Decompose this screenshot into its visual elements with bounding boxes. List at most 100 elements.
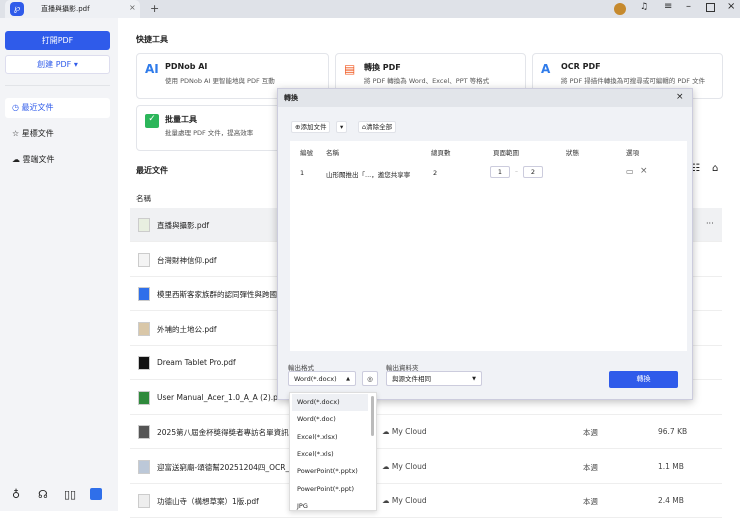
card-title: 批量工具	[165, 115, 197, 124]
dialog-close-icon[interactable]: ×	[676, 92, 684, 102]
page-to-input[interactable]: 2	[523, 166, 543, 178]
file-location: ☁ My Cloud	[382, 496, 427, 505]
add-file-dropdown[interactable]: ▾	[336, 121, 348, 133]
file-name: User Manual_Acer_1.0_A_A (2).pdf	[157, 392, 286, 402]
convert-dialog: 轉換 × ⊕添加文件 ▾ ⌂清除全部 編號 名稱 總頁數 頁面範圍 狀態 選項 …	[277, 88, 693, 400]
close-icon[interactable]: ×	[727, 1, 735, 12]
add-file-button[interactable]: ⊕添加文件	[291, 121, 331, 133]
planet-icon[interactable]: ♁	[12, 488, 20, 501]
headset-icon[interactable]: ♫	[640, 2, 648, 12]
quick-tools-title: 快捷工具	[136, 35, 168, 44]
file-table: 編號 名稱 總頁數 頁面範圍 狀態 選項 1 山形闕推出「...，邀您共享寧 2…	[290, 141, 687, 351]
clock-icon: ◷	[12, 103, 22, 112]
file-thumbnail-icon	[138, 494, 150, 508]
file-thumbnail-icon	[138, 356, 150, 370]
menu-icon[interactable]: ≡	[664, 1, 672, 12]
folder-icon[interactable]: ▭	[626, 167, 634, 176]
format-option[interactable]: Excel(*.xlsx)	[292, 429, 368, 446]
sidebar-item-recent[interactable]: ◷ 最近文件	[5, 98, 110, 118]
file-thumbnail-icon	[138, 390, 150, 405]
convert-button[interactable]: 轉換	[609, 371, 678, 388]
divider	[5, 85, 110, 86]
convert-icon: ▤	[344, 62, 356, 76]
format-option[interactable]: JPG	[292, 498, 368, 515]
output-format-value: Word(*.docx)	[294, 375, 337, 383]
card-desc: 將 PDF 掃描件轉換為可搜尋或可編輯的 PDF 文件	[561, 77, 706, 85]
col-options: 選項	[626, 149, 639, 157]
maximize-icon[interactable]	[706, 3, 715, 12]
row-pages: 2	[433, 169, 438, 177]
card-desc: 使用 PDNob AI 更智能地與 PDF 互動	[165, 77, 275, 85]
file-thumbnail-icon	[138, 459, 150, 474]
file-thumbnail-icon	[138, 218, 150, 232]
location-label: My Cloud	[391, 427, 427, 436]
format-option[interactable]: Word(*.doc)	[292, 411, 368, 428]
more-options-button[interactable]: ···	[706, 219, 714, 228]
tab-title: 直播與攝影.pdf	[41, 5, 90, 13]
column-name: 名稱	[136, 194, 151, 203]
clear-all-label: 清除全部	[366, 123, 393, 131]
format-dropdown: Word(*.docx) Word(*.doc) Excel(*.xlsx) Exce…	[289, 392, 377, 511]
cloud-icon: ☁	[12, 155, 23, 164]
ai-icon: AI	[145, 62, 159, 76]
add-file-label: 添加文件	[300, 123, 327, 131]
file-name: 外埔的土地公.pdf	[157, 324, 217, 334]
headset-icon[interactable]: ☊	[38, 488, 48, 501]
file-time: 本週	[583, 428, 598, 437]
clear-all-button[interactable]: ⌂清除全部	[358, 121, 397, 133]
file-size: 2.4 MB	[658, 496, 684, 505]
ocr-icon: A	[541, 62, 551, 76]
chevron-down-icon: ▼	[472, 376, 476, 382]
col-name: 名稱	[326, 149, 339, 157]
file-location: ☁ My Cloud	[382, 427, 427, 436]
recent-files-title: 最近文件	[136, 166, 168, 175]
tab-close-icon[interactable]: ×	[129, 3, 136, 12]
file-location: ☁ My Cloud	[382, 461, 427, 471]
settings-button[interactable]: ◎	[362, 371, 378, 386]
format-option[interactable]: Excel(*.xls)	[292, 446, 368, 463]
document-tab[interactable]: 直播與攝影.pdf ×	[5, 0, 140, 18]
row-no: 1	[300, 169, 305, 177]
new-tab-button[interactable]: +	[150, 2, 159, 15]
sidebar-item-starred[interactable]: ☆ 星標文件	[5, 124, 110, 144]
file-thumbnail-icon	[138, 287, 150, 301]
file-thumbnail-icon	[138, 425, 150, 439]
output-folder-select[interactable]: 與源文件相同 ▼	[386, 371, 482, 386]
file-name: 迎富送窮廟-頌德幫20251204四_OCR_cop	[157, 462, 303, 472]
col-status: 狀態	[566, 149, 579, 157]
format-option[interactable]: Word(*.docx)	[292, 394, 368, 411]
location-label: My Cloud	[391, 496, 427, 505]
format-option[interactable]: PowerPoint(*.ppt)	[292, 481, 368, 498]
col-range: 頁面範圍	[493, 149, 519, 157]
file-time: 本週	[583, 462, 598, 472]
file-name: 功德山寺（構想草案）1版.pdf	[157, 497, 259, 506]
scrollbar[interactable]	[371, 396, 374, 436]
file-time: 本週	[583, 497, 598, 506]
nav-label: 最近文件	[21, 103, 54, 112]
dialog-title: 轉換	[278, 89, 692, 107]
card-title: 轉換 PDF	[364, 63, 401, 72]
file-row[interactable]: 迎富送窮廟-頌德幫20251204四_OCR_cop ☁ My Cloud 本週 1.…	[130, 450, 722, 484]
minimize-icon[interactable]: –	[686, 1, 691, 12]
file-row[interactable]: 2025第八屆金杯獎得獎者專訪名單資訊.pdf ☁ My Cloud 本週 96.7 …	[130, 415, 722, 449]
file-name: 台灣財神信仰.pdf	[157, 255, 217, 265]
output-format-select[interactable]: Word(*.docx) ▲	[288, 371, 356, 386]
col-no: 編號	[300, 149, 313, 157]
avatar[interactable]	[614, 3, 626, 15]
file-row[interactable]: 功德山寺（構想草案）1版.pdf ☁ My Cloud 本週 2.4 MB	[130, 484, 722, 518]
gift-icon[interactable]	[90, 488, 102, 500]
file-name: 模里西斯客家族群的認同彈性與跨國產	[157, 290, 285, 299]
book-icon[interactable]: ▯▯	[64, 488, 76, 501]
page-from-input[interactable]: 1	[490, 166, 510, 178]
sidebar-item-cloud[interactable]: ☁ 雲端文件	[5, 150, 110, 170]
nav-label: 雲端文件	[22, 155, 55, 164]
batch-icon: ✓	[145, 114, 159, 128]
card-title: PDNob AI	[165, 62, 208, 71]
file-name: 直播與攝影.pdf	[157, 221, 210, 230]
create-pdf-button[interactable]: 創建 PDF ▾	[5, 55, 110, 74]
remove-icon[interactable]: ×	[640, 166, 648, 176]
file-size: 96.7 KB	[658, 427, 688, 436]
open-pdf-button[interactable]: 打開PDF	[5, 31, 110, 50]
format-option[interactable]: PowerPoint(*.pptx)	[292, 463, 368, 480]
trash-icon[interactable]: ⌂	[712, 163, 718, 174]
